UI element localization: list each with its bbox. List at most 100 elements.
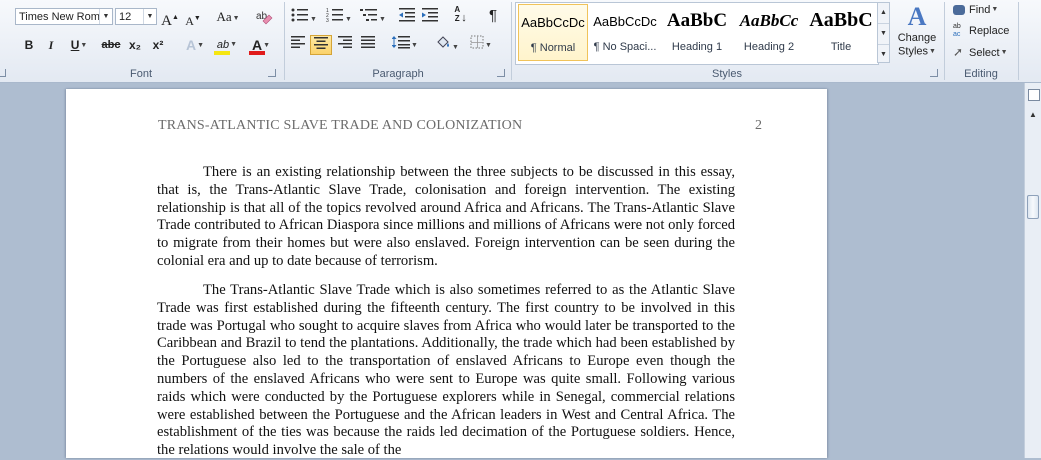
style-label: ¶ Normal xyxy=(530,42,576,54)
bold-button[interactable]: B xyxy=(20,35,38,55)
strikethrough-button[interactable]: abc xyxy=(100,35,122,55)
change-styles-label-2-row: Styles▼ xyxy=(898,45,936,58)
styles-dialog-launcher[interactable] xyxy=(930,69,938,77)
replace-label: Replace xyxy=(969,25,1010,37)
scroll-up-icon[interactable]: ▲ xyxy=(1029,110,1037,119)
align-center-button[interactable] xyxy=(310,35,332,55)
strikethrough-icon: abc xyxy=(101,39,121,51)
font-family-combo[interactable]: Times New Rom ▼ xyxy=(15,8,113,25)
scroll-up-icon[interactable]: ▲ xyxy=(878,3,889,24)
style-label: Heading 2 xyxy=(743,41,795,53)
bullets-icon xyxy=(291,8,309,22)
page-header: TRANS-ATLANTIC SLAVE TRADE AND COLONIZAT… xyxy=(158,118,523,133)
find-button[interactable]: Find▼ xyxy=(953,1,998,19)
multilevel-list-icon xyxy=(360,9,378,21)
change-case-button[interactable]: Aa▼ xyxy=(214,7,242,27)
svg-text:3: 3 xyxy=(326,18,329,23)
scrollbar-thumb[interactable] xyxy=(1027,195,1039,219)
ribbon: Times New Rom ▼ 12 ▼ A▲ A▼ Aa▼ ab B I U▼… xyxy=(0,0,1041,83)
align-left-button[interactable] xyxy=(288,35,308,55)
justify-icon xyxy=(361,36,375,48)
shading-button[interactable]: ▼ xyxy=(432,35,462,55)
styles-gallery-scroll[interactable]: ▲ ▼ ▼ xyxy=(877,2,890,63)
clear-formatting-icon: ab xyxy=(256,11,273,25)
superscript-icon: x² xyxy=(152,38,164,52)
style-heading-2[interactable]: AaBbCc Heading 2 xyxy=(734,4,804,61)
line-spacing-icon xyxy=(391,36,411,49)
view-ruler-icon[interactable] xyxy=(1028,89,1040,101)
paragraph[interactable]: The Trans-Atlantic Slave Trade which is … xyxy=(157,282,735,460)
more-styles-icon[interactable]: ▼ xyxy=(878,45,889,65)
text-effects-icon: A xyxy=(185,37,197,53)
grow-font-icon: A xyxy=(161,13,172,29)
change-styles-label-2: Styles xyxy=(898,45,929,58)
subscript-button[interactable]: x₂ xyxy=(126,35,144,55)
highlighter-icon: ab xyxy=(216,39,230,51)
underline-icon: U xyxy=(70,38,80,52)
select-button[interactable]: ➚ Select▼ xyxy=(953,43,1008,61)
highlight-button[interactable]: ab▼ xyxy=(212,35,242,55)
underline-button[interactable]: U▼ xyxy=(66,35,92,55)
italic-button[interactable]: I xyxy=(42,35,60,55)
sort-button[interactable]: A Z ↓ xyxy=(450,5,470,25)
font-color-button[interactable]: A▼ xyxy=(247,35,275,55)
change-styles-label-1: Change xyxy=(897,32,937,44)
styles-gallery[interactable]: AaBbCcDc ¶ Normal AaBbCcDc ¶ No Spaci...… xyxy=(515,2,879,65)
paragraph[interactable]: There is an existing relationship betwee… xyxy=(157,164,735,271)
style-label: Heading 1 xyxy=(671,41,723,53)
align-right-button[interactable] xyxy=(335,35,355,55)
shrink-font-button[interactable]: A▼ xyxy=(183,8,203,28)
pilcrow-icon: ¶ xyxy=(488,7,498,24)
increase-indent-icon xyxy=(422,8,438,22)
change-styles-button[interactable]: A Change Styles▼ xyxy=(893,2,941,64)
paint-bucket-icon xyxy=(437,36,450,48)
replace-button[interactable]: ab ac Replace xyxy=(953,22,1009,40)
numbering-icon: 123 xyxy=(326,8,344,24)
styles-group-label: Styles xyxy=(712,68,742,80)
italic-icon: I xyxy=(48,38,54,52)
chevron-down-icon[interactable]: ▼ xyxy=(99,9,112,24)
binoculars-icon xyxy=(953,5,965,16)
font-dialog-launcher[interactable] xyxy=(268,69,276,77)
show-formatting-button[interactable]: ¶ xyxy=(484,6,502,26)
change-case-icon: Aa xyxy=(216,9,232,24)
highlight-color-swatch xyxy=(214,51,230,55)
document-page[interactable]: TRANS-ATLANTIC SLAVE TRADE AND COLONIZAT… xyxy=(66,89,827,458)
chevron-down-icon[interactable]: ▼ xyxy=(143,9,156,24)
justify-button[interactable] xyxy=(358,35,378,55)
editing-group-label: Editing xyxy=(964,68,998,80)
style-normal[interactable]: AaBbCcDc ¶ Normal xyxy=(518,4,588,61)
borders-button[interactable]: ▼ xyxy=(466,35,496,55)
decrease-indent-button[interactable] xyxy=(397,7,417,27)
bold-icon: B xyxy=(24,38,34,52)
decrease-indent-icon xyxy=(399,8,415,22)
paragraph-dialog-launcher[interactable] xyxy=(497,69,505,77)
increase-indent-button[interactable] xyxy=(420,7,440,27)
clear-formatting-button[interactable]: ab xyxy=(254,7,274,27)
bullets-button[interactable]: ▼ xyxy=(289,7,319,27)
style-preview: AaBbCcDc xyxy=(593,14,657,29)
font-group-label: Font xyxy=(129,68,152,80)
align-right-icon xyxy=(338,36,352,48)
select-label: Select xyxy=(969,47,1000,59)
style-no-spacing[interactable]: AaBbCcDc ¶ No Spaci... xyxy=(590,4,660,61)
grow-font-button[interactable]: A▲ xyxy=(160,7,180,29)
style-title[interactable]: AaBbC Title xyxy=(806,4,876,61)
style-preview: AaBbC xyxy=(809,9,873,31)
scroll-down-icon[interactable]: ▼ xyxy=(878,24,889,45)
replace-icon: ab ac xyxy=(953,23,961,39)
superscript-button[interactable]: x² xyxy=(149,35,167,55)
align-center-icon xyxy=(314,37,328,49)
style-preview: AaBbC xyxy=(666,10,728,31)
clipboard-dialog-launcher[interactable] xyxy=(0,69,6,77)
text-effects-button[interactable]: A▼ xyxy=(182,35,208,55)
borders-icon xyxy=(470,35,484,49)
multilevel-list-button[interactable]: ▼ xyxy=(358,7,388,27)
style-heading-1[interactable]: AaBbC Heading 1 xyxy=(662,4,732,61)
numbering-button[interactable]: 1 2 3 ▼ xyxy=(324,7,354,27)
line-spacing-button[interactable]: ▼ xyxy=(390,35,420,55)
font-size-combo[interactable]: 12 ▼ xyxy=(115,8,157,25)
style-label: ¶ No Spaci... xyxy=(593,41,657,53)
vertical-scrollbar[interactable]: ▲ xyxy=(1024,83,1041,458)
style-preview: AaBbCcDc xyxy=(521,15,585,30)
